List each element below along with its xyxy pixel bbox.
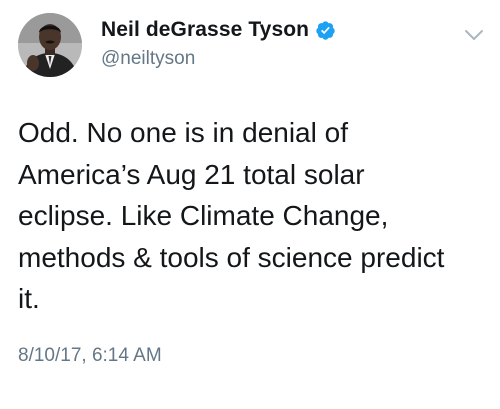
verified-badge-icon bbox=[315, 20, 336, 41]
chevron-down-icon[interactable] bbox=[463, 27, 485, 43]
tweet-text: Odd. No one is in denial of America’s Au… bbox=[18, 117, 445, 314]
avatar-image bbox=[18, 13, 82, 77]
avatar[interactable] bbox=[18, 13, 82, 77]
author-name-row: Neil deGrasse Tyson bbox=[101, 17, 336, 43]
author-display-name[interactable]: Neil deGrasse Tyson bbox=[101, 18, 309, 42]
tweet-card: Neil deGrasse Tyson @neiltyson Odd. No o… bbox=[0, 0, 500, 409]
author-handle[interactable]: @neiltyson bbox=[101, 48, 195, 70]
tweet-timestamp[interactable]: 8/10/17, 6:14 AM bbox=[18, 345, 162, 367]
